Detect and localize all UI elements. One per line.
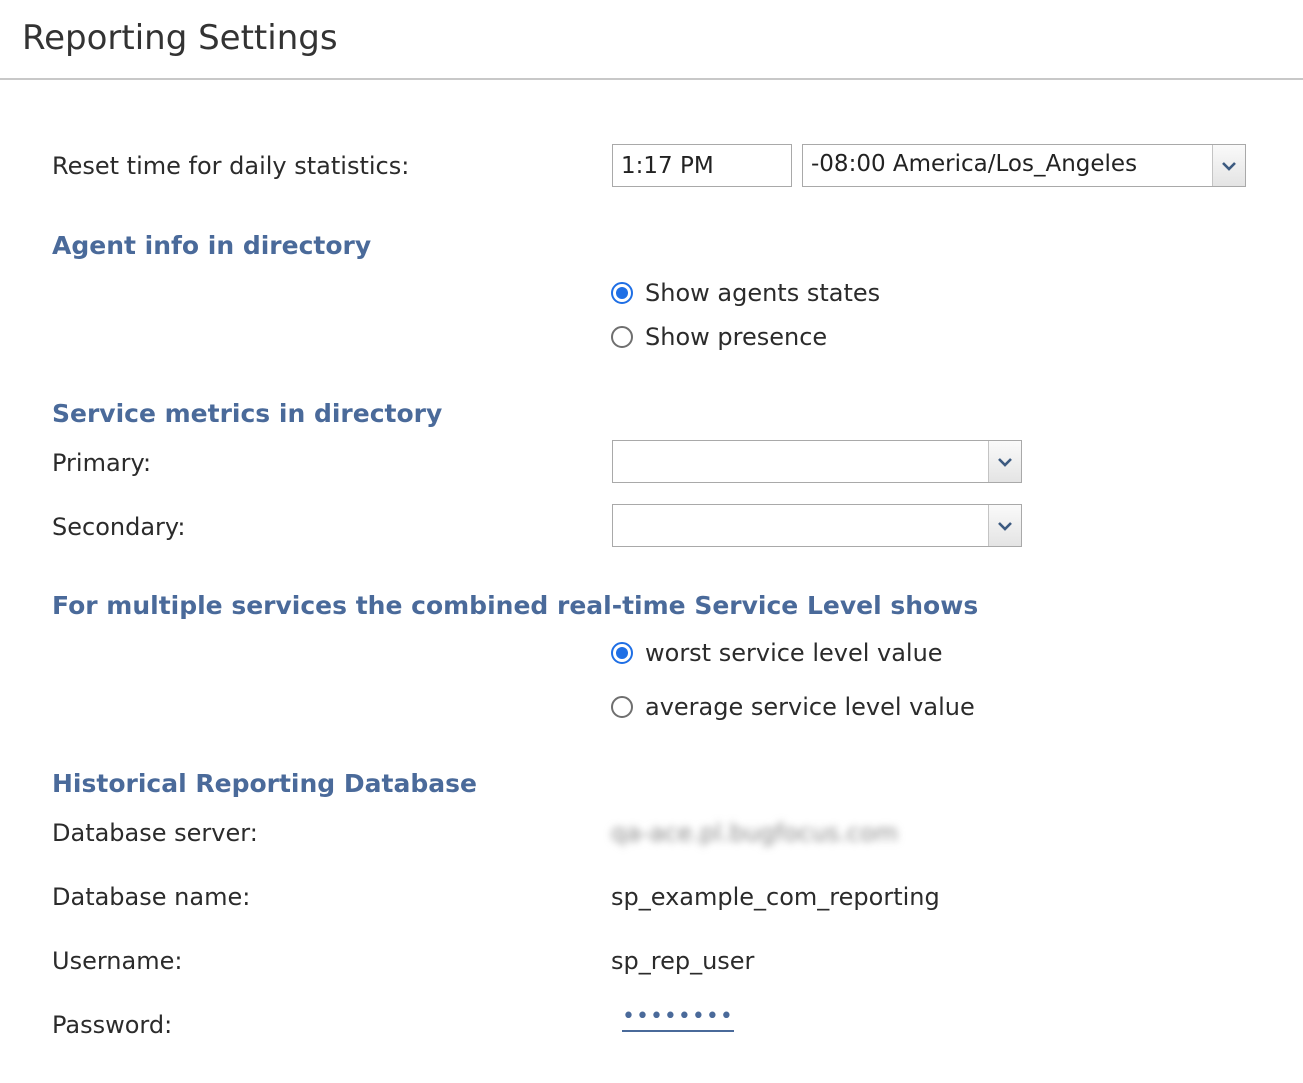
database-name-value: sp_example_com_reporting <box>611 883 940 911</box>
show-presence-label: Show presence <box>645 323 828 351</box>
radio-checked-icon[interactable] <box>611 642 633 664</box>
reset-time-input[interactable] <box>612 144 792 187</box>
chevron-down-icon[interactable] <box>1212 145 1245 186</box>
average-service-level-option[interactable]: average service level value <box>611 693 975 721</box>
username-value: sp_rep_user <box>611 947 755 975</box>
radio-unchecked-icon[interactable] <box>611 326 633 348</box>
average-service-level-label: average service level value <box>645 693 975 721</box>
worst-service-level-label: worst service level value <box>645 639 943 667</box>
agent-info-heading: Agent info in directory <box>52 231 372 260</box>
secondary-metric-select[interactable] <box>612 504 1022 547</box>
chevron-down-icon[interactable] <box>988 441 1021 482</box>
reset-time-label: Reset time for daily statistics: <box>52 152 410 180</box>
username-label: Username: <box>52 947 183 975</box>
database-name-label: Database name: <box>52 883 251 911</box>
show-agents-states-label: Show agents states <box>645 279 881 307</box>
chevron-down-icon[interactable] <box>988 505 1021 546</box>
worst-service-level-option[interactable]: worst service level value <box>611 639 943 667</box>
database-server-value: qa-ace.pl.bugfocus.com <box>611 819 899 847</box>
timezone-select[interactable]: -08:00 America/Los_Angeles <box>802 144 1246 187</box>
show-presence-option[interactable]: Show presence <box>611 323 827 351</box>
primary-label: Primary: <box>52 449 152 477</box>
page-title: Reporting Settings <box>22 18 338 58</box>
database-server-label: Database server: <box>52 819 258 847</box>
password-label: Password: <box>52 1011 173 1039</box>
service-level-heading: For multiple services the combined real-… <box>52 591 979 620</box>
radio-checked-icon[interactable] <box>611 282 633 304</box>
database-heading: Historical Reporting Database <box>52 769 477 798</box>
password-link[interactable]: •••••••• <box>622 1006 734 1032</box>
service-metrics-heading: Service metrics in directory <box>52 399 443 428</box>
primary-metric-select[interactable] <box>612 440 1022 483</box>
timezone-select-value: -08:00 America/Los_Angeles <box>811 151 1138 177</box>
show-agents-states-option[interactable]: Show agents states <box>611 279 880 307</box>
radio-unchecked-icon[interactable] <box>611 696 633 718</box>
page-header: Reporting Settings <box>0 0 1303 80</box>
secondary-label: Secondary: <box>52 513 186 541</box>
